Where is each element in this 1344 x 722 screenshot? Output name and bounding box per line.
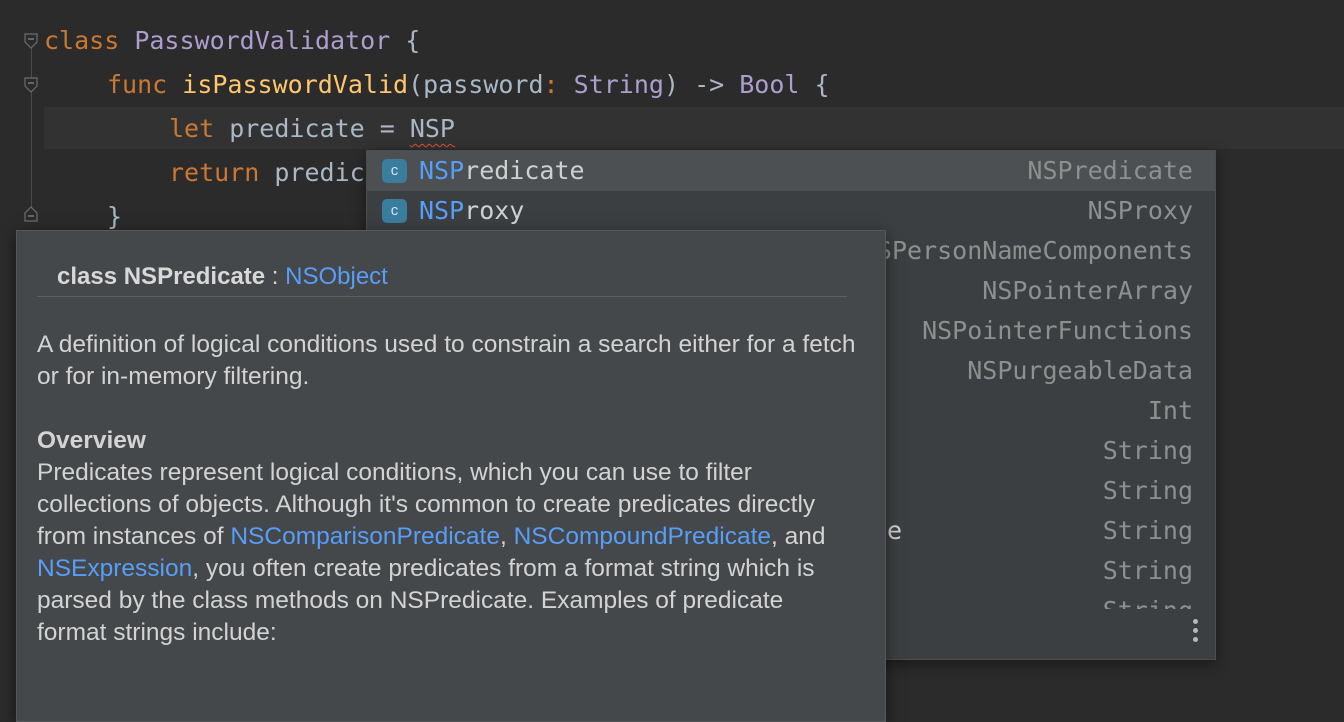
type-name: Bool: [739, 70, 800, 99]
completion-item-type: String: [1102, 516, 1193, 545]
code-text: }: [107, 202, 123, 231]
code-line-1[interactable]: class PasswordValidator {: [44, 19, 420, 63]
doc-paragraph: Predicates represent logical conditions,…: [37, 457, 857, 649]
completion-item-type: NSProxy: [1087, 196, 1193, 225]
code-text: {: [390, 26, 421, 55]
doc-divider: [37, 296, 847, 297]
completion-item-type: NSPredicate: [1027, 156, 1193, 185]
code-text: predic: [259, 158, 365, 187]
superclass-link[interactable]: NSObject: [285, 263, 388, 290]
doc-header: class NSPredicate : NSObject: [57, 259, 388, 295]
class-icon: c: [382, 159, 407, 183]
completion-item-name: NSPredicate: [419, 151, 585, 191]
doc-body: A definition of logical conditions used …: [37, 329, 857, 649]
completion-item-type: Int: [1147, 396, 1193, 425]
doc-section-heading: Overview: [37, 427, 146, 454]
type-name: String: [573, 70, 664, 99]
typed-text-error: NSP: [409, 114, 455, 143]
class-name: PasswordValidator: [134, 26, 391, 55]
fold-open-icon[interactable]: [24, 77, 38, 93]
doc-header-separator: :: [265, 263, 286, 290]
completion-item-type: NSPersonNameComponents: [861, 236, 1193, 265]
keyword: func: [107, 70, 168, 99]
keyword: return: [169, 158, 260, 187]
keyword: let: [169, 114, 215, 143]
completion-item-type: NSPointerFunctions: [922, 316, 1193, 345]
class-icon: c: [382, 199, 407, 223]
code-line-2[interactable]: func isPasswordValid(password: String) -…: [107, 63, 830, 107]
code-text: :: [543, 70, 559, 99]
completion-item-type: String: [1102, 436, 1193, 465]
completion-item-rest: roxy: [464, 196, 525, 225]
completion-item-rest: redicate: [464, 156, 585, 185]
function-name: isPasswordValid: [182, 70, 409, 99]
completion-item-type: String: [1103, 591, 1193, 609]
vertical-ellipsis-icon[interactable]: [1191, 619, 1201, 647]
doc-link-compound-predicate[interactable]: NSCompoundPredicate: [514, 523, 771, 550]
doc-text: ,: [499, 523, 514, 550]
code-text: {: [799, 70, 830, 99]
completion-item-type: NSPurgeableData: [967, 356, 1193, 385]
doc-summary: A definition of logical conditions used …: [37, 331, 856, 390]
fold-open-icon[interactable]: [24, 33, 38, 49]
code-line-3[interactable]: let predicate = NSP: [169, 107, 455, 151]
match-text: NSP: [419, 156, 465, 185]
doc-link-expression[interactable]: NSExpression: [37, 555, 192, 582]
doc-text: , and: [771, 523, 826, 550]
completion-item[interactable]: c NSPredicate NSPredicate: [367, 151, 1215, 191]
completion-item-name: e: [887, 516, 903, 545]
doc-link-comparison-predicate[interactable]: NSComparisonPredicate: [230, 523, 500, 550]
doc-class-declaration: class NSPredicate: [57, 263, 266, 290]
code-text: ) ->: [663, 70, 740, 99]
completion-item-type: String: [1102, 476, 1193, 505]
completion-item-type: String: [1102, 556, 1193, 585]
keyword: class: [44, 26, 120, 55]
completion-item-type: NSPointerArray: [982, 276, 1193, 305]
completion-item-name: NSProxy: [419, 191, 524, 231]
fold-close-icon[interactable]: [24, 206, 38, 222]
code-text: (password: [408, 70, 544, 99]
code-text: predicate =: [214, 114, 410, 143]
fold-guide-line: [31, 48, 32, 208]
match-text: NSP: [419, 196, 465, 225]
completion-item[interactable]: c NSProxy NSProxy: [367, 191, 1215, 231]
documentation-popup[interactable]: class NSPredicate : NSObject A definitio…: [16, 230, 886, 722]
code-line-4[interactable]: return predic: [169, 151, 365, 195]
